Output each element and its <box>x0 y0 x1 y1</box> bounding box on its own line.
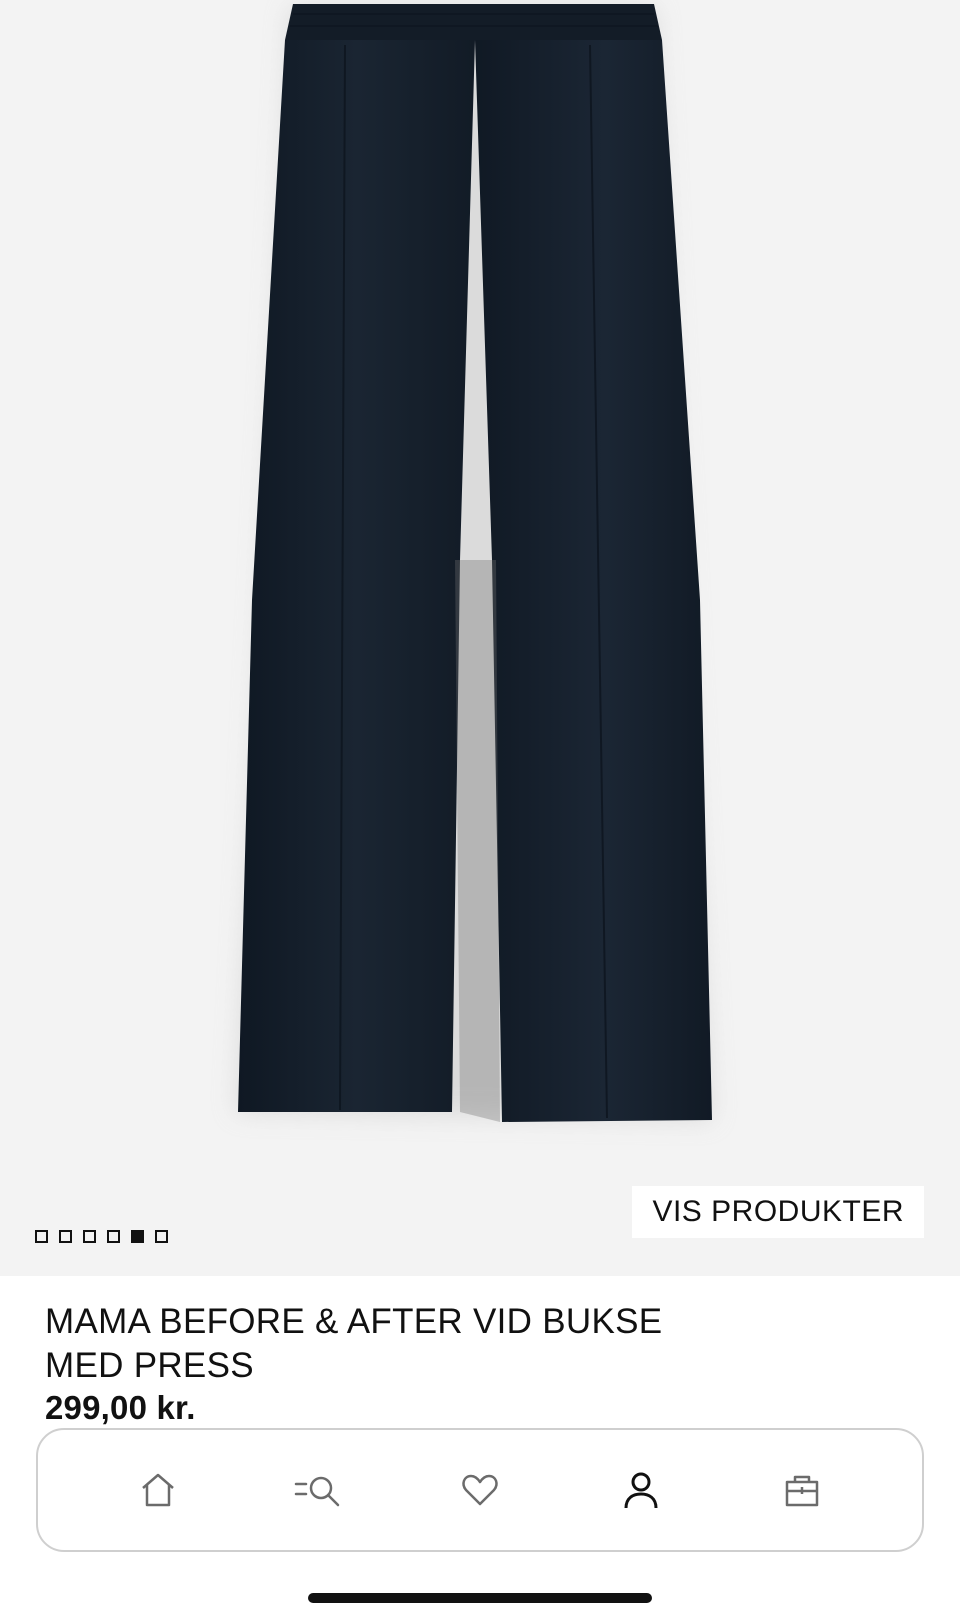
gallery-dot[interactable] <box>35 1230 48 1243</box>
show-products-button[interactable]: VIS PRODUKTER <box>632 1186 924 1238</box>
nav-search-button[interactable] <box>284 1455 354 1525</box>
nav-favourites-button[interactable] <box>445 1455 515 1525</box>
gallery-dot[interactable] <box>83 1230 96 1243</box>
home-icon <box>142 1473 175 1507</box>
product-title-line2: MED PRESS <box>45 1346 254 1385</box>
search-menu-icon <box>294 1476 340 1507</box>
gallery-dot-active[interactable] <box>131 1230 144 1243</box>
heart-icon <box>462 1474 498 1506</box>
nav-account-button[interactable] <box>606 1455 676 1525</box>
product-price: 299,00 kr. <box>45 1389 196 1426</box>
nav-home-button[interactable] <box>123 1455 193 1525</box>
gallery-dot[interactable] <box>107 1230 120 1243</box>
account-icon <box>624 1472 658 1509</box>
shopping-bag-icon <box>785 1475 818 1507</box>
bottom-navigation <box>36 1428 924 1552</box>
gallery-dot[interactable] <box>155 1230 168 1243</box>
product-title-line1: MAMA BEFORE & AFTER VID BUKSE <box>45 1302 663 1341</box>
product-title: MAMA BEFORE & AFTER VID BUKSE MED PRESS <box>45 1300 805 1388</box>
gallery-dot[interactable] <box>59 1230 72 1243</box>
gallery-pagination <box>35 1230 168 1243</box>
home-indicator[interactable] <box>308 1593 652 1603</box>
product-image <box>236 4 712 1122</box>
nav-bag-button[interactable] <box>767 1455 837 1525</box>
product-image-gallery[interactable]: VIS PRODUKTER <box>0 0 960 1276</box>
